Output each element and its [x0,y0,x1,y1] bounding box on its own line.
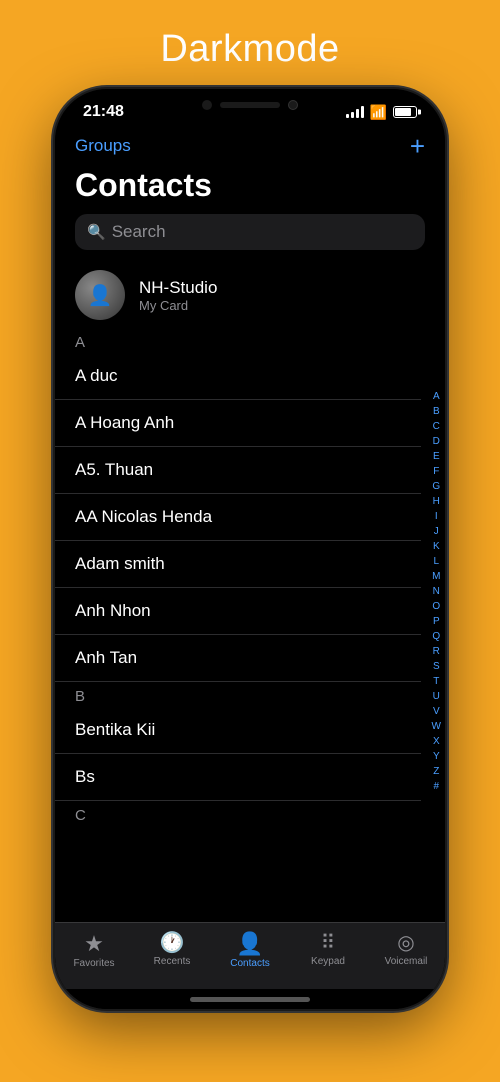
signal-bar-2 [351,112,354,118]
index-hash[interactable]: # [433,780,439,794]
home-indicator [55,989,445,1009]
battery-fill [395,108,411,116]
page-title: Darkmode [160,28,339,71]
tab-recents[interactable]: 🕐 Recents [142,933,202,967]
voicemail-icon: ◎ [397,933,414,953]
contact-name: A Hoang Anh [75,413,174,433]
contacts-list: 👤 NH-Studio My Card A A duc A Hoang Anh [55,262,445,922]
contact-a-duc[interactable]: A duc [55,353,421,400]
index-r[interactable]: R [433,645,440,659]
home-bar [190,997,310,1002]
index-j[interactable]: J [434,525,439,539]
contact-a-hoang-anh[interactable]: A Hoang Anh [55,400,421,447]
profile-info: NH-Studio My Card [139,278,217,313]
contacts-scroll: 👤 NH-Studio My Card A A duc A Hoang Anh [55,262,445,922]
contact-anh-nhon[interactable]: Anh Nhon [55,588,421,635]
wifi-icon: 📶 [370,104,387,121]
index-n[interactable]: N [433,585,440,599]
index-sidebar[interactable]: A B C D E F G H I J K L M N O P Q R S T [432,262,441,922]
index-w[interactable]: W [432,720,441,734]
keypad-icon: ⠿ [321,933,336,953]
index-s[interactable]: S [433,660,440,674]
tab-favorites[interactable]: ★ Favorites [64,933,124,969]
contact-name: A5. Thuan [75,460,153,480]
favorites-icon: ★ [84,933,104,955]
index-u[interactable]: U [433,690,440,704]
index-q[interactable]: Q [432,630,440,644]
contact-name: AA Nicolas Henda [75,507,212,527]
section-header-a: A [55,328,421,353]
index-y[interactable]: Y [433,750,440,764]
index-p[interactable]: P [433,615,440,629]
battery-icon [393,106,417,118]
status-icons: 📶 [346,104,417,121]
signal-bar-3 [356,109,359,118]
search-placeholder: Search [112,222,166,242]
favorites-label: Favorites [73,958,114,969]
index-o[interactable]: O [432,600,440,614]
signal-bar-1 [346,114,349,118]
contact-name: Adam smith [75,554,165,574]
search-bar[interactable]: 🔍 Search [75,214,425,250]
profile-name: NH-Studio [139,278,217,298]
index-v[interactable]: V [433,705,440,719]
voicemail-label: Voicemail [385,956,428,967]
index-d[interactable]: D [433,435,440,449]
section-header-c: C [55,801,421,826]
signal-bar-4 [361,106,364,118]
nav-header: Groups + [55,129,445,167]
index-t[interactable]: T [433,675,439,689]
my-card-row[interactable]: 👤 NH-Studio My Card [55,262,421,328]
tab-keypad[interactable]: ⠿ Keypad [298,933,358,967]
notch-line [220,102,280,108]
section-header-b: B [55,682,421,707]
contact-anh-tan[interactable]: Anh Tan [55,635,421,682]
index-e[interactable]: E [433,450,440,464]
contact-bentika-kii[interactable]: Bentika Kii [55,707,421,754]
search-icon: 🔍 [87,223,106,241]
contacts-page-title: Contacts [55,167,445,214]
avatar: 👤 [75,270,125,320]
index-b[interactable]: B [433,405,440,419]
index-x[interactable]: X [433,735,440,749]
contact-name: Bentika Kii [75,720,155,740]
index-h[interactable]: H [433,495,440,509]
index-a[interactable]: A [433,390,440,404]
status-time: 21:48 [83,103,124,121]
tab-voicemail[interactable]: ◎ Voicemail [376,933,436,967]
contacts-tab-label: Contacts [230,958,269,969]
profile-subtitle: My Card [139,298,217,313]
index-z[interactable]: Z [433,765,439,779]
contact-name: Anh Tan [75,648,137,668]
avatar-image: 👤 [75,270,125,320]
index-m[interactable]: M [432,570,440,584]
index-c[interactable]: C [433,420,440,434]
phone-frame: 21:48 📶 Groups + Contacts [55,89,445,1009]
screen: 21:48 📶 Groups + Contacts [55,89,445,1009]
signal-icon [346,106,364,118]
add-contact-button[interactable]: + [410,133,425,159]
contact-name: A duc [75,366,118,386]
contact-a5-thuan[interactable]: A5. Thuan [55,447,421,494]
index-f[interactable]: F [433,465,439,479]
keypad-label: Keypad [311,956,345,967]
notch-dot-left [202,100,212,110]
index-k[interactable]: K [433,540,440,554]
index-g[interactable]: G [432,480,440,494]
contact-adam-smith[interactable]: Adam smith [55,541,421,588]
contacts-icon: 👤 [236,933,263,955]
groups-button[interactable]: Groups [75,136,131,156]
contact-name: Bs [75,767,95,787]
contact-aa-nicolas-henda[interactable]: AA Nicolas Henda [55,494,421,541]
notch-dot-right [288,100,298,110]
recents-label: Recents [154,956,191,967]
index-l[interactable]: L [433,555,439,569]
contact-name: Anh Nhon [75,601,151,621]
tab-contacts[interactable]: 👤 Contacts [220,933,280,969]
tab-bar: ★ Favorites 🕐 Recents 👤 Contacts ⠿ Keypa… [55,922,445,989]
contact-bs[interactable]: Bs [55,754,421,801]
index-i[interactable]: I [435,510,438,524]
recents-icon: 🕐 [160,933,185,953]
notch [170,89,330,121]
